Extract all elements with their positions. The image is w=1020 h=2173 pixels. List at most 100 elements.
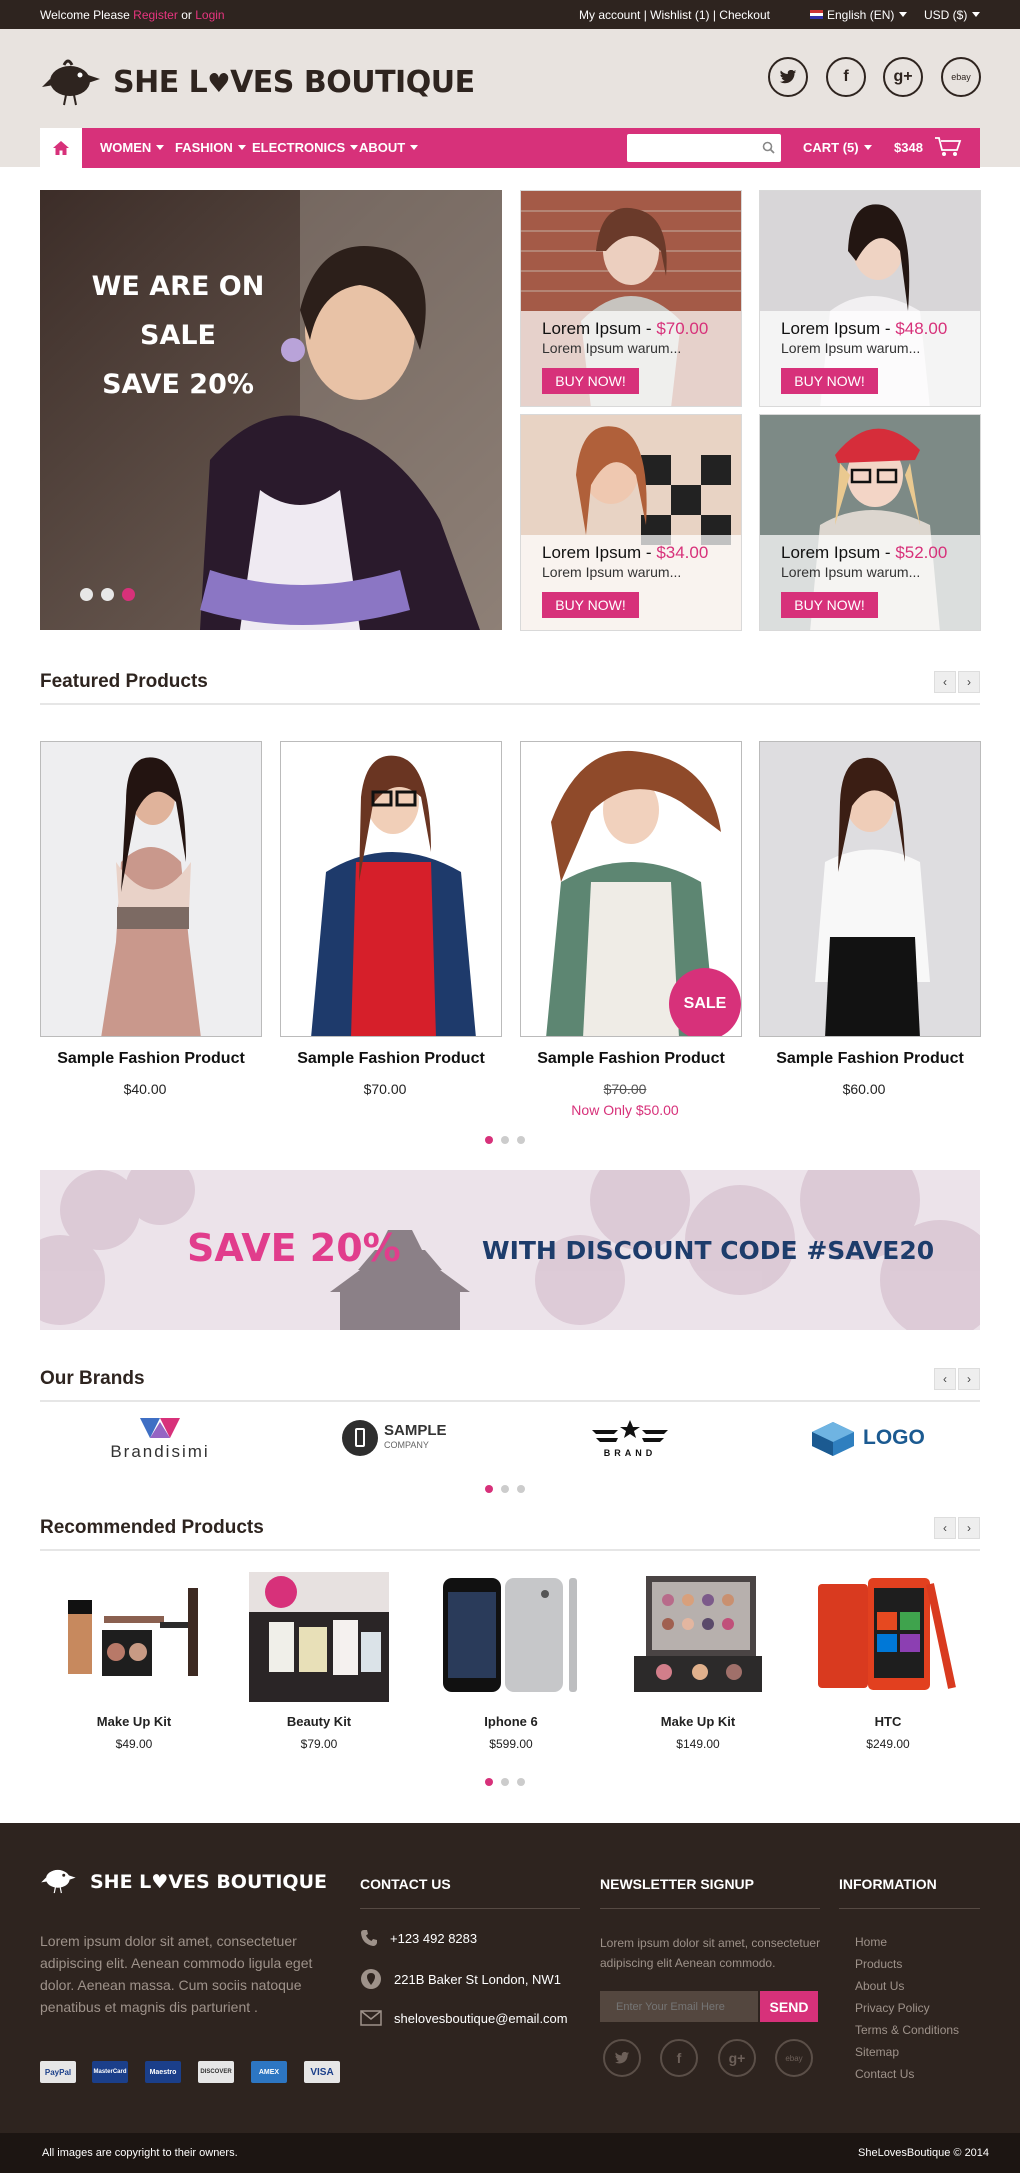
twitter-icon[interactable]: [603, 2039, 641, 2077]
checkout-link[interactable]: Checkout: [719, 8, 770, 22]
recommended-product-image[interactable]: [249, 1572, 389, 1702]
brand-logo-logo[interactable]: LOGO: [808, 1418, 925, 1462]
buy-now-button[interactable]: BUY NOW!: [781, 368, 878, 394]
hero-line-2: SAVE 20%: [102, 369, 254, 400]
promo-tile[interactable]: Lorem Ipsum - $70.00 Lorem Ipsum warum..…: [520, 190, 742, 407]
sale-badge: SALE: [669, 968, 741, 1036]
wishlist-link[interactable]: Wishlist (1): [650, 8, 709, 22]
brand-logo-brandisimi[interactable]: Brandisimi: [100, 1418, 220, 1462]
nav-item-label: ELECTRONICS: [252, 140, 346, 155]
discount-banner[interactable]: SAVE 20% WITH DISCOUNT CODE #SAVE20: [40, 1170, 980, 1330]
googleplus-icon[interactable]: g+: [718, 2039, 756, 2077]
facebook-icon[interactable]: f: [826, 57, 866, 97]
cart-label: CART (5): [803, 140, 859, 155]
newsletter-send-button[interactable]: SEND: [760, 1991, 818, 2022]
page-dot[interactable]: [517, 1485, 525, 1493]
buy-now-button[interactable]: BUY NOW!: [542, 368, 639, 394]
slide-dot[interactable]: [80, 588, 93, 601]
search-input[interactable]: [627, 134, 781, 162]
ebay-letters: ebay: [785, 2053, 803, 2063]
paypal-icon: PayPal: [40, 2061, 76, 2083]
page-dot-active[interactable]: [485, 1778, 493, 1786]
my-account-link[interactable]: My account: [579, 8, 640, 22]
nav-item-women[interactable]: WOMEN: [100, 140, 165, 155]
footer-link-about-us[interactable]: About Us: [855, 1979, 904, 1993]
slide-dot[interactable]: [101, 588, 114, 601]
hero-slider[interactable]: WE ARE ON SALE SAVE 20%: [40, 190, 502, 630]
twitter-icon[interactable]: [768, 57, 808, 97]
footer-link-sitemap[interactable]: Sitemap: [855, 2045, 899, 2059]
product-name[interactable]: Sample Fashion Product: [40, 1050, 262, 1068]
product-card[interactable]: [40, 741, 262, 1037]
googleplus-icon[interactable]: g+: [883, 57, 923, 97]
welcome-label: Welcome Please: [40, 8, 130, 22]
product-name[interactable]: Iphone 6: [441, 1714, 581, 1729]
language-selector[interactable]: English (EN): [810, 8, 908, 22]
footer-link-privacy-policy[interactable]: Privacy Policy: [855, 2001, 930, 2015]
page-dot[interactable]: [501, 1485, 509, 1493]
product-name[interactable]: Sample Fashion Product: [520, 1050, 742, 1068]
slide-dot-active[interactable]: [122, 588, 135, 601]
home-button[interactable]: [40, 128, 82, 168]
page-dot[interactable]: [517, 1778, 525, 1786]
search-icon[interactable]: [762, 141, 775, 154]
promo-tile[interactable]: Lorem Ipsum - $52.00 Lorem Ipsum warum..…: [759, 414, 981, 631]
buy-now-button[interactable]: BUY NOW!: [542, 592, 639, 618]
nav-item-electronics[interactable]: ELECTRONICS: [252, 140, 359, 155]
prev-arrow-button[interactable]: ‹: [934, 1368, 956, 1390]
promo-tile[interactable]: Lorem Ipsum - $34.00 Lorem Ipsum warum..…: [520, 414, 742, 631]
nav-item-about[interactable]: ABOUT: [359, 140, 419, 155]
contact-address: 221B Baker St London, NW1: [360, 1968, 561, 1990]
currency-selector[interactable]: USD ($): [924, 8, 981, 22]
product-card[interactable]: [280, 741, 502, 1037]
recommended-product-image[interactable]: [628, 1572, 768, 1702]
cart-dropdown[interactable]: CART (5): [803, 140, 872, 155]
brand-logo-brand[interactable]: BRAND: [590, 1418, 670, 1462]
product-image: [41, 742, 261, 1036]
next-arrow-button[interactable]: ›: [958, 1368, 980, 1390]
shopping-cart-icon[interactable]: [934, 136, 962, 158]
page-dot[interactable]: [501, 1778, 509, 1786]
next-arrow-button[interactable]: ›: [958, 671, 980, 693]
next-arrow-button[interactable]: ›: [958, 1517, 980, 1539]
product-name[interactable]: Sample Fashion Product: [759, 1050, 981, 1068]
recommended-product-image[interactable]: [64, 1572, 204, 1702]
product-name[interactable]: Make Up Kit: [64, 1714, 204, 1729]
product-name[interactable]: Make Up Kit: [628, 1714, 768, 1729]
footer-link-home[interactable]: Home: [855, 1935, 887, 1949]
prev-arrow-button[interactable]: ‹: [934, 1517, 956, 1539]
product-name[interactable]: Sample Fashion Product: [280, 1050, 502, 1068]
page-dot[interactable]: [517, 1136, 525, 1144]
footer-logo-text: SHE L♥VES BOUTIQUE: [90, 1871, 327, 1893]
googleplus-letters: g+: [893, 68, 913, 85]
brand-name: SAMPLE: [384, 1422, 447, 1439]
ebay-icon[interactable]: ebay: [941, 57, 981, 97]
page-dot[interactable]: [501, 1136, 509, 1144]
prev-arrow-button[interactable]: ‹: [934, 671, 956, 693]
promo-tile[interactable]: Lorem Ipsum - $48.00 Lorem Ipsum warum..…: [759, 190, 981, 407]
brand-logo-sample-company[interactable]: SAMPLE COMPANY: [342, 1418, 452, 1462]
product-name[interactable]: HTC: [818, 1714, 958, 1729]
contact-email[interactable]: shelovesboutique@email.com: [360, 2010, 568, 2026]
product-card[interactable]: SALE: [520, 741, 742, 1037]
product-card[interactable]: [759, 741, 981, 1037]
nav-item-fashion[interactable]: FASHION: [175, 140, 246, 155]
product-name[interactable]: Beauty Kit: [249, 1714, 389, 1729]
ebay-icon[interactable]: ebay: [775, 2039, 813, 2077]
register-link[interactable]: Register: [133, 8, 178, 22]
footer-link-contact-us[interactable]: Contact Us: [855, 2067, 914, 2081]
newsletter-email-input[interactable]: [600, 1991, 758, 2022]
page-dot-active[interactable]: [485, 1136, 493, 1144]
facebook-icon[interactable]: f: [660, 2039, 698, 2077]
buy-now-button[interactable]: BUY NOW!: [781, 592, 878, 618]
footer-link-terms[interactable]: Terms & Conditions: [855, 2023, 959, 2037]
recommended-product-image[interactable]: [441, 1572, 581, 1702]
promo-price: $52.00: [895, 543, 948, 562]
mastercard-icon: MasterCard: [92, 2061, 128, 2083]
footer-link-products[interactable]: Products: [855, 1957, 902, 1971]
maestro-icon: Maestro: [145, 2061, 181, 2083]
login-link[interactable]: Login: [195, 8, 224, 22]
page-dot-active[interactable]: [485, 1485, 493, 1493]
recommended-product-image[interactable]: [816, 1572, 956, 1702]
featured-products-header: Featured Products ‹ ›: [40, 671, 980, 705]
